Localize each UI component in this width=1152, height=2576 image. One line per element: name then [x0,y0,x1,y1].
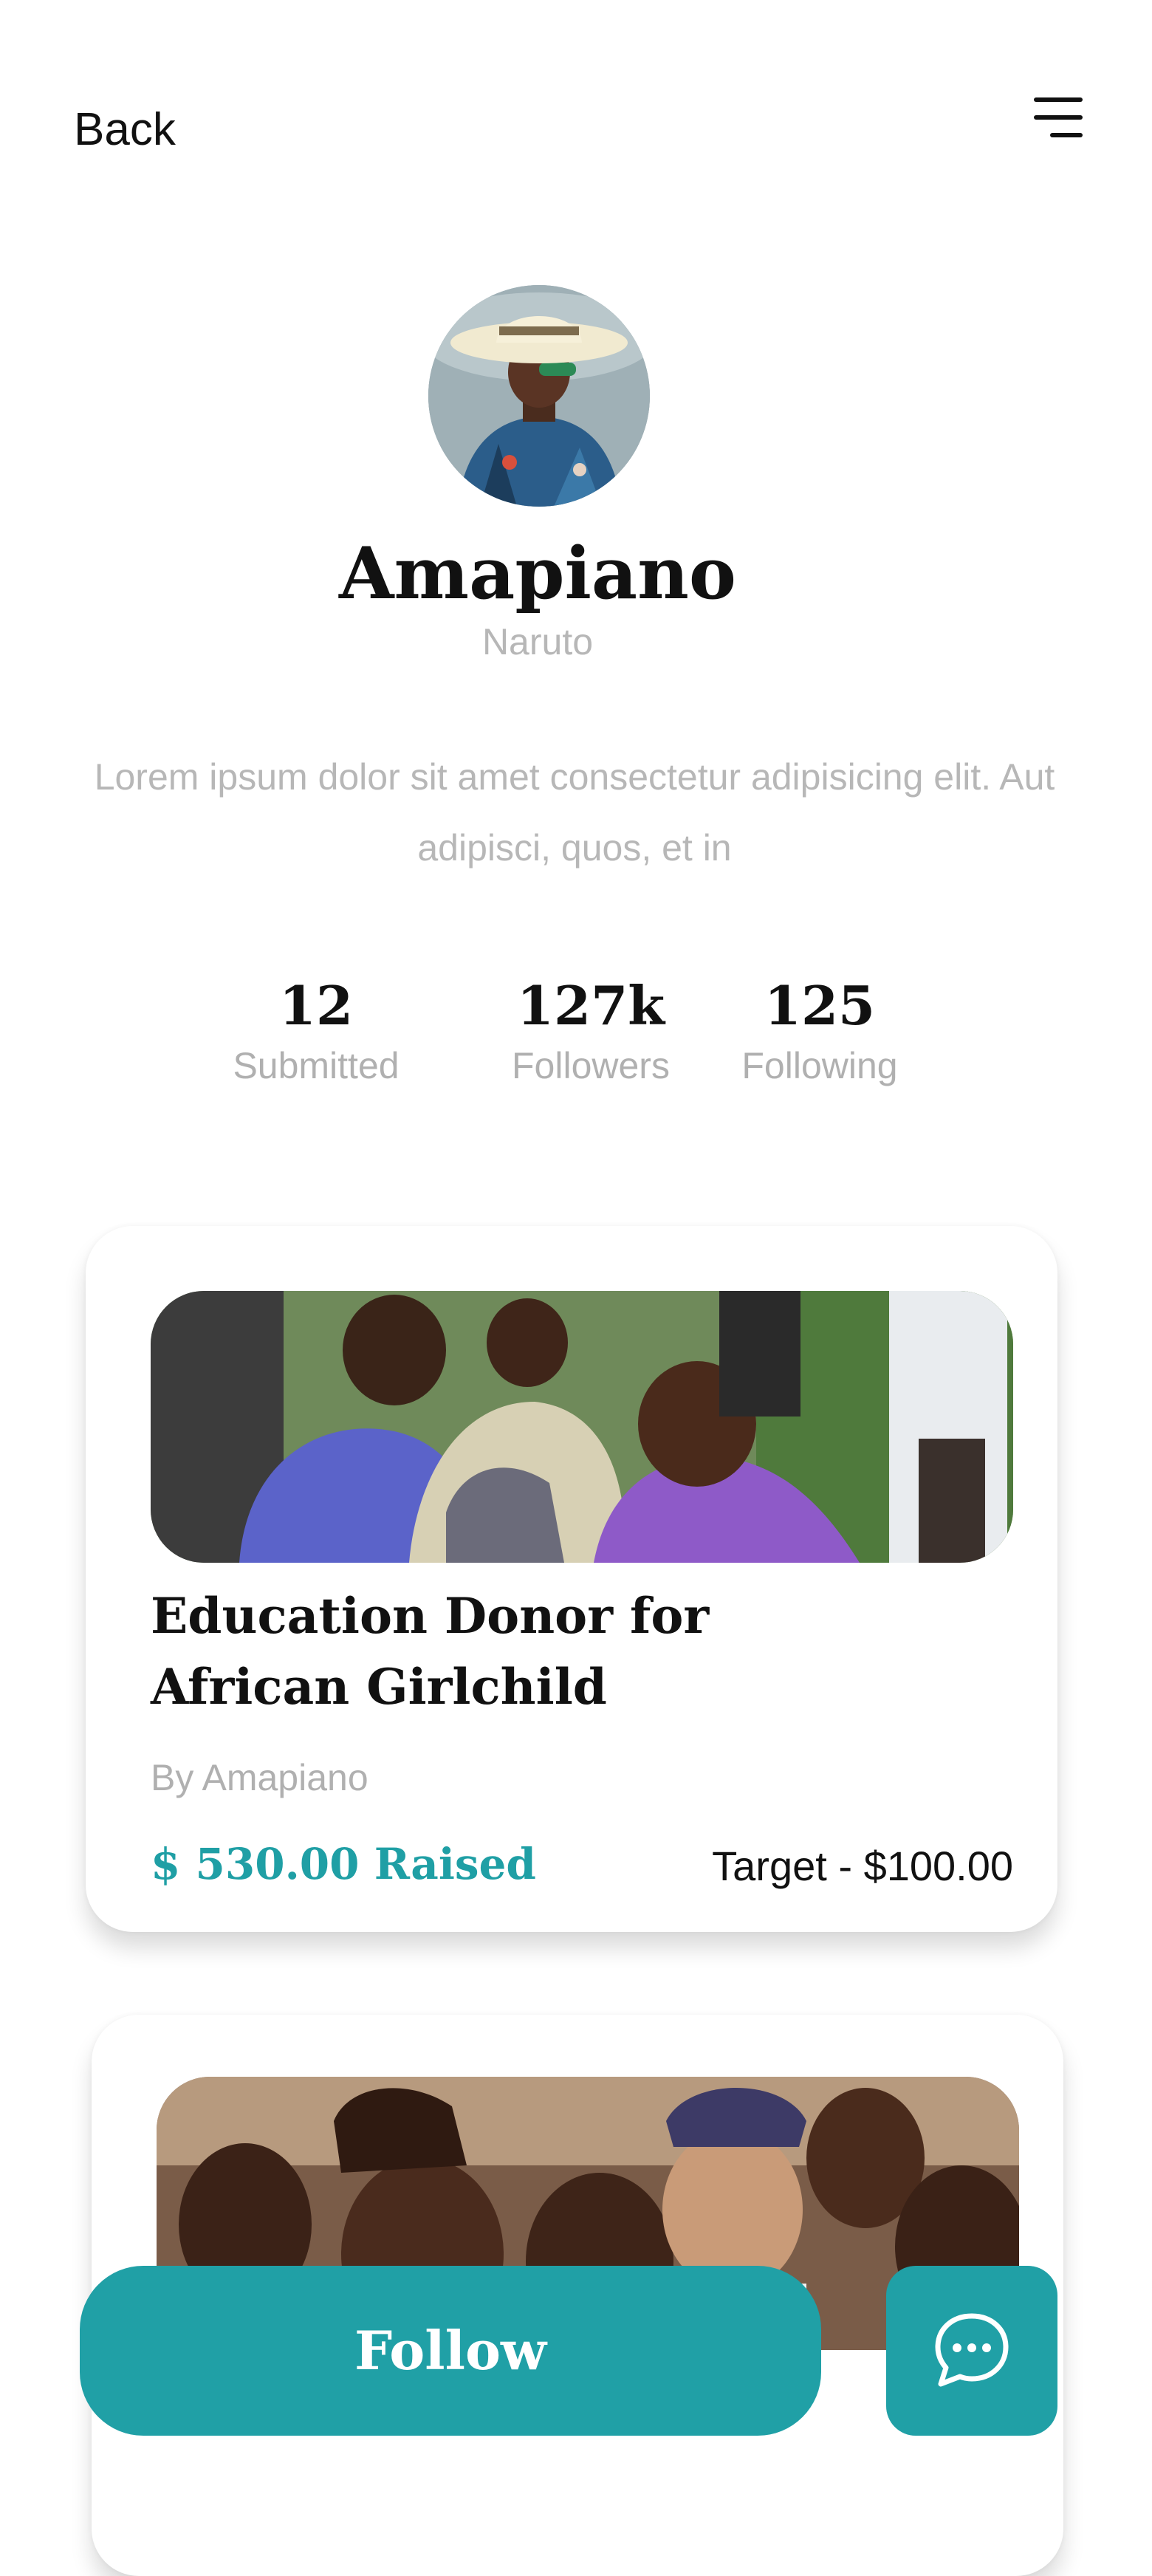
stat-submitted: 12 Submitted [198,970,434,1087]
profile-handle: Naruto [481,621,594,662]
campaign-card[interactable]: Education Donor for African Girlchild By… [86,1226,1057,1932]
campaign-image [151,1291,1013,1563]
profile-name: Amapiano [339,532,736,615]
campaign-target: Target - $100.00 [712,1843,1013,1889]
menu-line [1034,97,1083,102]
avatar [428,285,650,507]
menu-icon[interactable] [1034,97,1083,139]
back-button[interactable]: Back [74,103,176,156]
campaign-raised: $ 530.00 Raised [151,1839,536,1889]
stat-label: Following [741,1045,898,1086]
stat-value: 127k [516,974,665,1037]
stat-value: 12 [278,974,354,1037]
stat-label: Followers [512,1045,670,1086]
stat-label: Submitted [233,1045,400,1086]
campaign-photo [151,1291,1013,1563]
follow-button[interactable]: Follow [80,2266,821,2436]
chat-bubble-icon [935,2313,1009,2387]
campaign-author: By Amapiano [151,1757,368,1798]
profile-bio: Lorem ipsum dolor sit amet consectetur a… [94,756,1055,869]
stat-value: 125 [764,974,876,1037]
stat-following[interactable]: 125 Following [702,970,938,1087]
menu-line [1050,133,1083,137]
avatar-photo [428,285,650,507]
chat-button[interactable] [886,2266,1057,2436]
stat-followers[interactable]: 127k Followers [473,970,709,1087]
campaign-title[interactable]: Education Donor for African Girlchild [151,1580,786,1722]
menu-line [1034,115,1083,120]
